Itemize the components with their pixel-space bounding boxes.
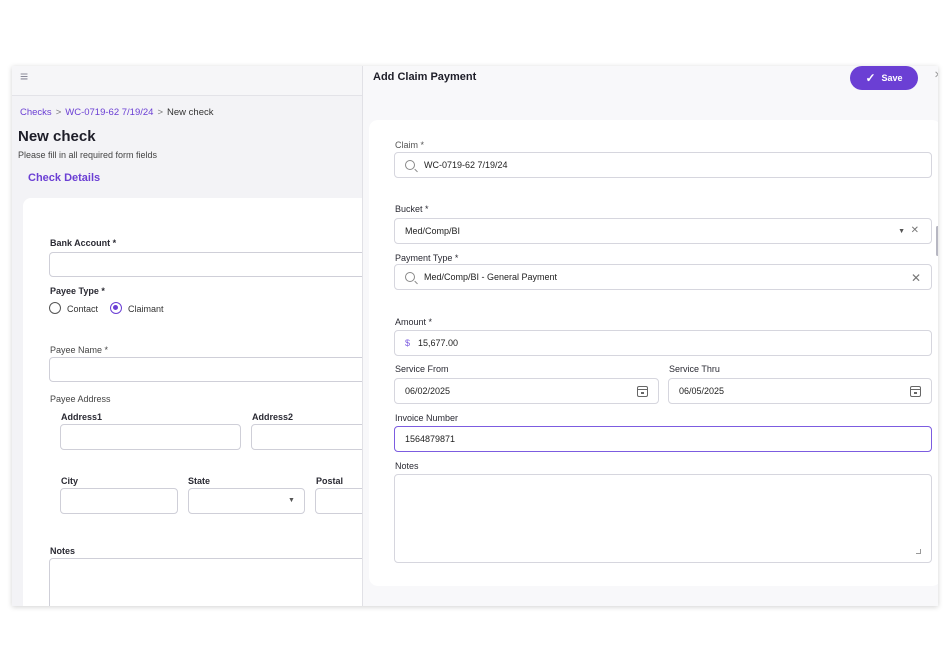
amount-value: 15,677.00 (418, 338, 459, 348)
payment-form: Claim * WC-0719-62 7/19/24 Bucket * Med/… (369, 120, 938, 586)
notes-label: Notes (395, 461, 419, 471)
bucket-label: Bucket * (395, 204, 429, 214)
payment-type-field[interactable]: Med/Comp/BI - General Payment ✕ (394, 264, 932, 290)
service-thru-label: Service Thru (669, 364, 720, 374)
service-from-label: Service From (395, 364, 449, 374)
address1-field[interactable] (60, 424, 241, 450)
clear-icon[interactable]: ✕ (911, 225, 919, 236)
close-icon[interactable]: ✕ (934, 70, 938, 81)
panel-title: Add Claim Payment (373, 71, 477, 83)
state-label: State (188, 476, 211, 486)
menu-icon[interactable]: ≡ (20, 69, 28, 83)
add-claim-payment-panel: Add Claim Payment ✓ Save ✕ Claim * WC-07… (362, 66, 938, 606)
invoice-number-label: Invoice Number (395, 413, 459, 423)
payment-type-value: Med/Comp/BI - General Payment (424, 272, 558, 282)
search-icon (405, 272, 415, 282)
bank-account-field[interactable] (49, 252, 379, 277)
bank-account-label: Bank Account * (50, 238, 117, 248)
state-select[interactable]: ▼ (188, 488, 305, 514)
city-label: City (61, 476, 79, 486)
scrollbar[interactable] (936, 226, 938, 256)
service-thru-date[interactable]: 06/05/2025 (668, 378, 932, 404)
notes-field[interactable] (49, 558, 379, 606)
app-window: ≡ Checks > WC-0719-62 7/19/24 > New check Ne… (12, 66, 938, 606)
breadcrumb-claim[interactable]: WC-0719-62 7/19/24 (65, 107, 153, 118)
payee-type-claimant-radio[interactable] (110, 302, 122, 314)
city-field[interactable] (60, 488, 178, 514)
calendar-icon[interactable] (910, 386, 921, 397)
clear-icon[interactable]: ✕ (911, 271, 921, 285)
chevron-down-icon: ▼ (288, 497, 295, 504)
tab-check-details[interactable]: Check Details (28, 172, 100, 184)
breadcrumb-checks[interactable]: Checks (20, 107, 52, 118)
currency-symbol: $ (405, 338, 411, 348)
invoice-number-value: 1564879871 (405, 434, 456, 444)
amount-field[interactable]: $ 15,677.00 (394, 330, 932, 356)
save-button-label: Save (881, 73, 903, 83)
bucket-select[interactable]: Med/Comp/BI ▼ ✕ (394, 218, 932, 244)
service-from-date[interactable]: 06/02/2025 (394, 378, 659, 404)
invoice-number-field[interactable]: 1564879871 (394, 426, 932, 452)
page-subtitle: Please fill in all required form fields (18, 150, 158, 160)
amount-label: Amount * (395, 317, 433, 327)
calendar-icon[interactable] (637, 386, 648, 397)
address2-label: Address2 (252, 412, 294, 422)
service-from-value: 06/02/2025 (405, 386, 451, 396)
save-button[interactable]: ✓ Save (850, 66, 918, 90)
search-icon (405, 160, 415, 170)
payee-name-label: Payee Name * (50, 345, 109, 355)
resize-handle-icon[interactable] (916, 549, 921, 554)
claim-search-field[interactable]: WC-0719-62 7/19/24 (394, 152, 932, 178)
breadcrumb: Checks > WC-0719-62 7/19/24 > New check (20, 107, 213, 118)
payee-name-field[interactable] (49, 357, 379, 382)
breadcrumb-separator: > (157, 107, 164, 118)
bucket-value: Med/Comp/BI (405, 226, 461, 236)
payee-type-label: Payee Type * (50, 286, 105, 296)
notes-textarea[interactable] (394, 474, 932, 563)
check-icon: ✓ (865, 71, 876, 85)
breadcrumb-current: New check (167, 107, 214, 118)
service-thru-value: 06/05/2025 (679, 386, 725, 396)
claim-value: WC-0719-62 7/19/24 (424, 160, 508, 170)
breadcrumb-separator: > (55, 107, 62, 118)
payee-address-label: Payee Address (50, 394, 111, 404)
notes-label: Notes (50, 546, 76, 556)
payee-type-claimant-label: Claimant (128, 304, 164, 314)
page-title: New check (18, 128, 96, 145)
postal-label: Postal (316, 476, 344, 486)
address1-label: Address1 (61, 412, 103, 422)
payment-type-label: Payment Type * (395, 253, 459, 263)
payee-type-contact-radio[interactable] (49, 302, 61, 314)
payee-type-contact-label: Contact (67, 304, 99, 314)
chevron-down-icon[interactable]: ▼ (898, 228, 905, 235)
claim-label: Claim * (395, 140, 425, 150)
